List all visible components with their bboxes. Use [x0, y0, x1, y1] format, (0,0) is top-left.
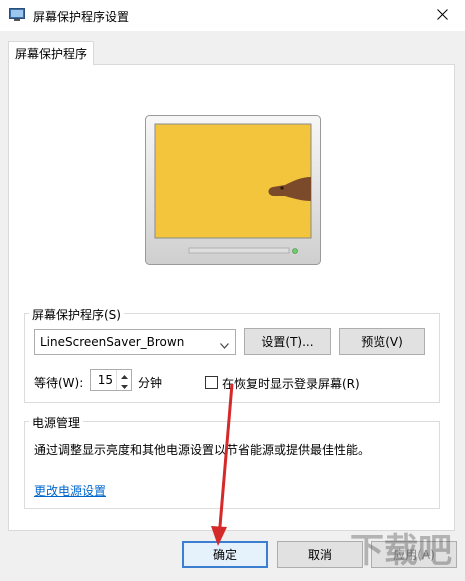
- change-power-settings-link[interactable]: 更改电源设置: [34, 482, 106, 499]
- screensaver-select[interactable]: LineScreenSaver_Brown: [34, 329, 236, 355]
- tab-screensaver[interactable]: 屏幕保护程序: [8, 41, 94, 65]
- ok-button[interactable]: 确定: [182, 541, 268, 568]
- power-group-label: 电源管理: [29, 414, 84, 431]
- wait-unit-label: 分钟: [138, 376, 163, 390]
- caret-down-icon: [120, 378, 128, 392]
- tab-label: 屏幕保护程序: [14, 47, 87, 61]
- settings-button-label: 设置(T)...: [261, 335, 314, 349]
- wait-minutes-value: 15: [97, 373, 113, 387]
- chevron-down-icon: [220, 338, 229, 352]
- screensaver-app-icon: [9, 8, 25, 22]
- resume-logon-label: 在恢复时显示登录屏幕(R): [222, 377, 360, 391]
- screensaver-select-value: LineScreenSaver_Brown: [40, 335, 185, 349]
- site-watermark: 下载吧: [348, 522, 460, 581]
- wait-minutes-spinner[interactable]: 15: [90, 369, 132, 391]
- window-title: 屏幕保护程序设置: [33, 10, 130, 24]
- spinner-down-button[interactable]: [117, 380, 131, 390]
- power-description: 通过调整显示亮度和其他电源设置以节省能源或提供最佳性能。: [34, 443, 371, 457]
- preview-button-label: 预览(V): [361, 335, 403, 349]
- cancel-button-label: 取消: [307, 548, 332, 562]
- title-bar: 屏幕保护程序设置: [0, 0, 465, 31]
- ok-button-label: 确定: [212, 548, 237, 562]
- spinner-buttons: [116, 370, 131, 390]
- monitor-preview: [145, 115, 321, 268]
- wait-label: 等待(W):: [34, 376, 84, 390]
- close-button[interactable]: [420, 0, 465, 31]
- settings-button[interactable]: 设置(T)...: [244, 328, 331, 355]
- close-icon: [437, 8, 448, 23]
- resume-logon-checkbox[interactable]: [205, 376, 218, 389]
- watermark-text: 下载吧: [350, 531, 452, 571]
- preview-button[interactable]: 预览(V): [339, 328, 425, 355]
- screensaver-group-label: 屏幕保护程序(S): [29, 306, 124, 323]
